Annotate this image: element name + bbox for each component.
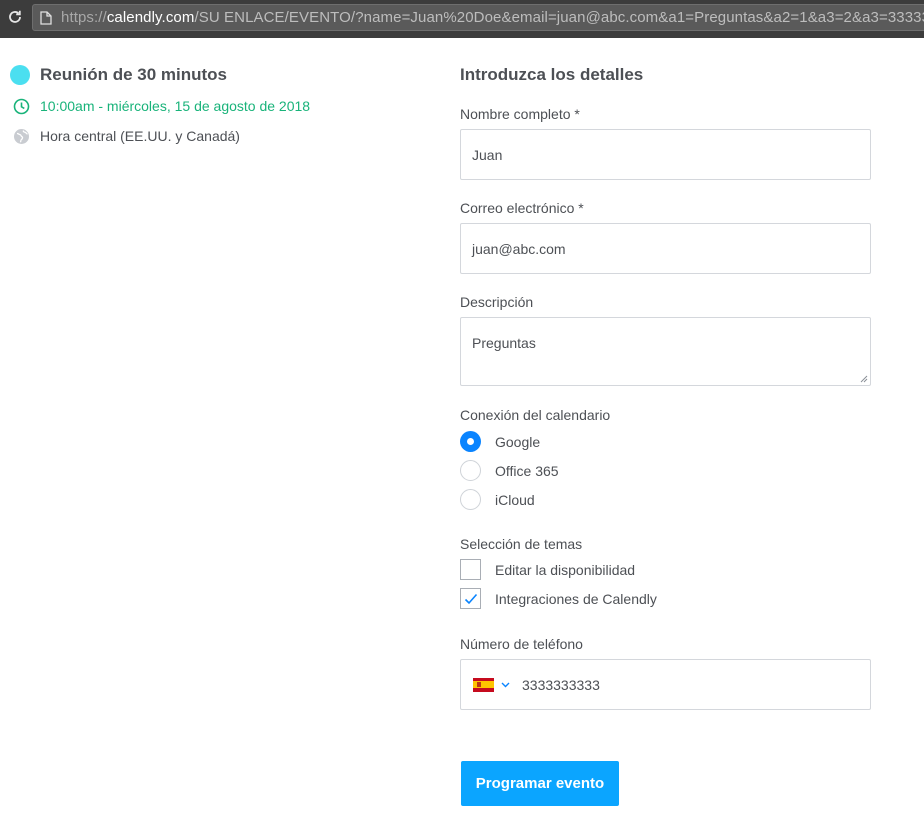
radio-button[interactable]: [460, 489, 481, 510]
radio-option-office365[interactable]: Office 365: [460, 456, 872, 485]
name-value: Juan: [472, 146, 503, 163]
checkbox-option-integrations[interactable]: Integraciones de Calendly: [460, 584, 872, 613]
email-value: juan@abc.com: [472, 240, 566, 257]
topics-label: Selección de temas: [460, 536, 583, 552]
radio-option-google[interactable]: Google: [460, 427, 872, 456]
chevron-down-icon[interactable]: [500, 680, 510, 690]
resize-handle-icon[interactable]: [860, 375, 868, 383]
event-timezone-row: Hora central (EE.UU. y Canadá): [10, 126, 410, 146]
radio-label: iCloud: [495, 491, 535, 508]
checkbox-label: Editar la disponibilidad: [495, 561, 636, 578]
url-host: calendly.com: [106, 9, 195, 26]
description-label: Descripción: [460, 294, 534, 310]
name-label: Nombre completo *: [460, 106, 580, 122]
schedule-event-button[interactable]: Programar evento: [461, 761, 619, 806]
event-time-row: 10:00am - miércoles, 15 de agosto de 201…: [10, 96, 410, 116]
radio-button[interactable]: [460, 460, 481, 481]
description-value: Preguntas: [472, 335, 536, 351]
radio-label: Google: [495, 433, 541, 450]
description-textarea[interactable]: Preguntas: [460, 317, 871, 386]
checkbox-label: Integraciones de Calendly: [495, 590, 657, 607]
page-icon: [39, 10, 53, 26]
radio-option-icloud[interactable]: iCloud: [460, 485, 872, 514]
event-time: 10:00am - miércoles, 15 de agosto de 201…: [40, 98, 311, 114]
email-label: Correo electrónico *: [460, 200, 584, 216]
checkmark-icon: [464, 593, 477, 604]
event-title-row: Reunión de 30 minutos: [10, 62, 410, 88]
phone-label: Número de teléfono: [460, 636, 583, 652]
url-text: https://calendly.com/SU ENLACE/EVENTO/?n…: [61, 9, 924, 26]
checkbox-option-availability[interactable]: Editar la disponibilidad: [460, 555, 872, 584]
phone-field[interactable]: 3333333333: [460, 659, 871, 710]
clock-icon: [12, 97, 30, 115]
globe-icon: [12, 127, 30, 145]
calendar-label: Conexión del calendario: [460, 407, 611, 423]
event-timezone: Hora central (EE.UU. y Canadá): [40, 128, 240, 144]
calendar-radio-group: Google Office 365 iCloud: [460, 427, 872, 514]
phone-value: 3333333333: [522, 676, 600, 693]
radio-label: Office 365: [495, 462, 559, 479]
checkbox[interactable]: [460, 588, 481, 609]
checkbox[interactable]: [460, 559, 481, 580]
topics-checkbox-group: Editar la disponibilidad Integraciones d…: [460, 555, 872, 613]
browser-toolbar: https://calendly.com/SU ENLACE/EVENTO/?n…: [0, 0, 924, 38]
url-path: /SU ENLACE/EVENTO/?name=Juan%20Doe&email…: [194, 9, 924, 26]
name-field[interactable]: Juan: [460, 129, 871, 180]
address-bar[interactable]: https://calendly.com/SU ENLACE/EVENTO/?n…: [32, 4, 924, 31]
reload-icon[interactable]: [4, 6, 26, 28]
event-title: Reunión de 30 minutos: [40, 65, 228, 84]
email-field[interactable]: juan@abc.com: [460, 223, 871, 274]
details-form: Introduzca los detalles Nombre completo …: [460, 62, 872, 710]
spain-flag-icon[interactable]: [473, 677, 494, 692]
url-scheme: https://: [61, 9, 107, 26]
form-heading: Introduzca los detalles: [460, 65, 644, 84]
radio-button[interactable]: [460, 431, 481, 452]
event-info-panel: Reunión de 30 minutos 10:00am - miércole…: [10, 62, 410, 146]
event-color-dot: [10, 65, 30, 85]
